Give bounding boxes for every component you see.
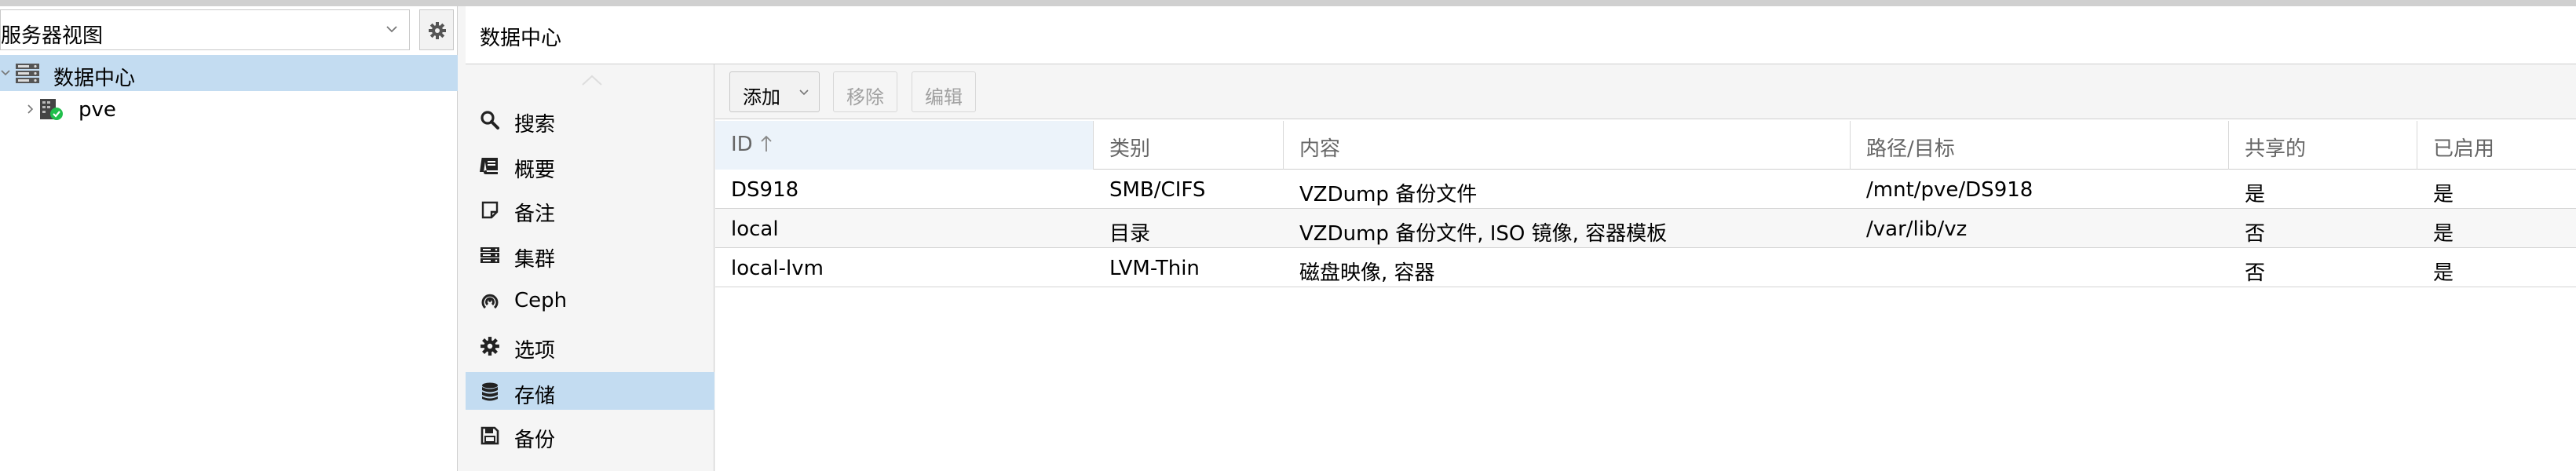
edit-button-label: 编辑 <box>925 86 963 108</box>
node-icon <box>40 99 63 120</box>
menu-item-notes[interactable]: 备注 <box>466 190 714 228</box>
column-header-type[interactable]: 类别 <box>1094 121 1284 170</box>
menu-item-options[interactable]: 选项 <box>466 327 714 364</box>
cell-enabled: 是 <box>2433 261 2454 285</box>
search-icon <box>480 111 499 130</box>
remove-button-label: 移除 <box>846 86 884 108</box>
toolbar: 添加 移除 编辑 <box>715 64 2576 119</box>
scroll-up-icon[interactable] <box>580 72 604 88</box>
column-header-path[interactable]: 路径/目标 <box>1851 121 2229 170</box>
tree-item-node-pve[interactable]: pve <box>0 91 458 127</box>
menu-item-summary[interactable]: 概要 <box>466 146 714 184</box>
cell-id: DS918 <box>731 178 799 202</box>
add-button-label: 添加 <box>743 86 780 108</box>
cell-type: SMB/CIFS <box>1109 178 1206 202</box>
column-header-id[interactable]: ID <box>715 121 1094 170</box>
datacenter-menu: 搜索 概要 备注 集群 Ceph 选项 存储 备份 <box>466 64 714 471</box>
resource-tree: 数据中心 pve <box>0 55 458 127</box>
add-button[interactable]: 添加 <box>729 71 820 112</box>
tree-settings-button[interactable] <box>419 9 454 50</box>
menu-item-search[interactable]: 搜索 <box>466 100 714 138</box>
storage-panel: 添加 移除 编辑 ID 类别 内容 路径/目标 共享的 已启用 DS918 SM… <box>715 64 2576 471</box>
database-icon <box>482 382 498 401</box>
book-icon <box>480 158 498 174</box>
menu-item-ceph[interactable]: Ceph <box>466 281 714 319</box>
table-header: ID 类别 内容 路径/目标 共享的 已启用 <box>715 121 2576 170</box>
table-row[interactable]: DS918 SMB/CIFS VZDump 备份文件 /mnt/pve/DS91… <box>715 170 2576 209</box>
column-header-label: 共享的 <box>2245 137 2307 161</box>
cell-content: VZDump 备份文件, ISO 镜像, 容器模板 <box>1299 222 1668 246</box>
sort-ascending-icon <box>761 135 772 152</box>
save-icon <box>480 426 499 445</box>
menu-item-label: Ceph <box>514 289 568 312</box>
cell-shared: 是 <box>2245 183 2266 206</box>
menu-item-label: 备份 <box>514 429 556 452</box>
tree-item-label: pve <box>79 98 116 122</box>
column-header-label: 类别 <box>1109 137 1151 161</box>
content-header: 数据中心 <box>466 6 2576 64</box>
menu-item-label: 集群 <box>514 248 556 272</box>
table-row[interactable]: local 目录 VZDump 备份文件, ISO 镜像, 容器模板 /var/… <box>715 209 2576 248</box>
column-header-label: 已启用 <box>2433 137 2495 161</box>
notes-icon <box>481 201 499 219</box>
chevron-down-icon[interactable] <box>0 68 11 78</box>
cell-id: local <box>731 217 779 241</box>
gear-icon <box>480 337 499 356</box>
column-header-content[interactable]: 内容 <box>1284 121 1851 170</box>
storage-table: ID 类别 内容 路径/目标 共享的 已启用 DS918 SMB/CIFS VZ… <box>715 121 2576 287</box>
cell-content: VZDump 备份文件 <box>1299 183 1478 206</box>
cell-type: 目录 <box>1109 222 1151 246</box>
resource-tree-panel: 服务器视图 数据中心 pve <box>0 6 458 471</box>
chevron-down-icon <box>386 26 397 33</box>
column-header-label: 内容 <box>1299 137 1341 161</box>
cell-shared: 否 <box>2245 261 2266 285</box>
menu-item-label: 概要 <box>514 159 556 182</box>
column-header-shared[interactable]: 共享的 <box>2229 121 2417 170</box>
table-row[interactable]: local-lvm LVM-Thin 磁盘映像, 容器 否 是 <box>715 248 2576 287</box>
tree-item-label: 数据中心 <box>53 67 136 90</box>
menu-item-label: 搜索 <box>514 113 556 137</box>
menu-item-label: 备注 <box>514 203 556 226</box>
column-header-label: 路径/目标 <box>1866 137 1955 161</box>
tree-item-datacenter[interactable]: 数据中心 <box>0 55 458 91</box>
menu-item-backup[interactable]: 备份 <box>466 416 714 454</box>
cell-shared: 否 <box>2245 222 2266 246</box>
gear-icon <box>429 22 446 39</box>
remove-button[interactable]: 移除 <box>833 71 897 112</box>
menu-item-label: 存储 <box>514 385 556 408</box>
page-title: 数据中心 <box>480 27 562 50</box>
cell-enabled: 是 <box>2433 222 2454 246</box>
column-header-label: ID <box>731 133 753 156</box>
top-bar <box>0 0 2576 6</box>
chevron-down-icon <box>799 89 809 96</box>
cell-content: 磁盘映像, 容器 <box>1299 261 1435 285</box>
ceph-icon <box>481 294 499 309</box>
view-selector-value: 服务器视图 <box>1 24 104 48</box>
cell-path: /mnt/pve/DS918 <box>1866 178 2033 202</box>
cell-type: LVM-Thin <box>1109 257 1200 280</box>
datacenter-icon <box>16 64 39 83</box>
cell-enabled: 是 <box>2433 183 2454 206</box>
edit-button[interactable]: 编辑 <box>912 71 976 112</box>
menu-item-storage[interactable]: 存储 <box>466 372 714 410</box>
chevron-right-icon[interactable] <box>25 104 36 115</box>
cell-path: /var/lib/vz <box>1866 217 1968 241</box>
menu-item-cluster[interactable]: 集群 <box>466 236 714 273</box>
view-selector[interactable]: 服务器视图 <box>0 9 410 50</box>
server-icon <box>480 247 499 263</box>
menu-item-label: 选项 <box>514 339 556 363</box>
cell-id: local-lvm <box>731 257 824 280</box>
column-header-enabled[interactable]: 已启用 <box>2417 121 2576 170</box>
